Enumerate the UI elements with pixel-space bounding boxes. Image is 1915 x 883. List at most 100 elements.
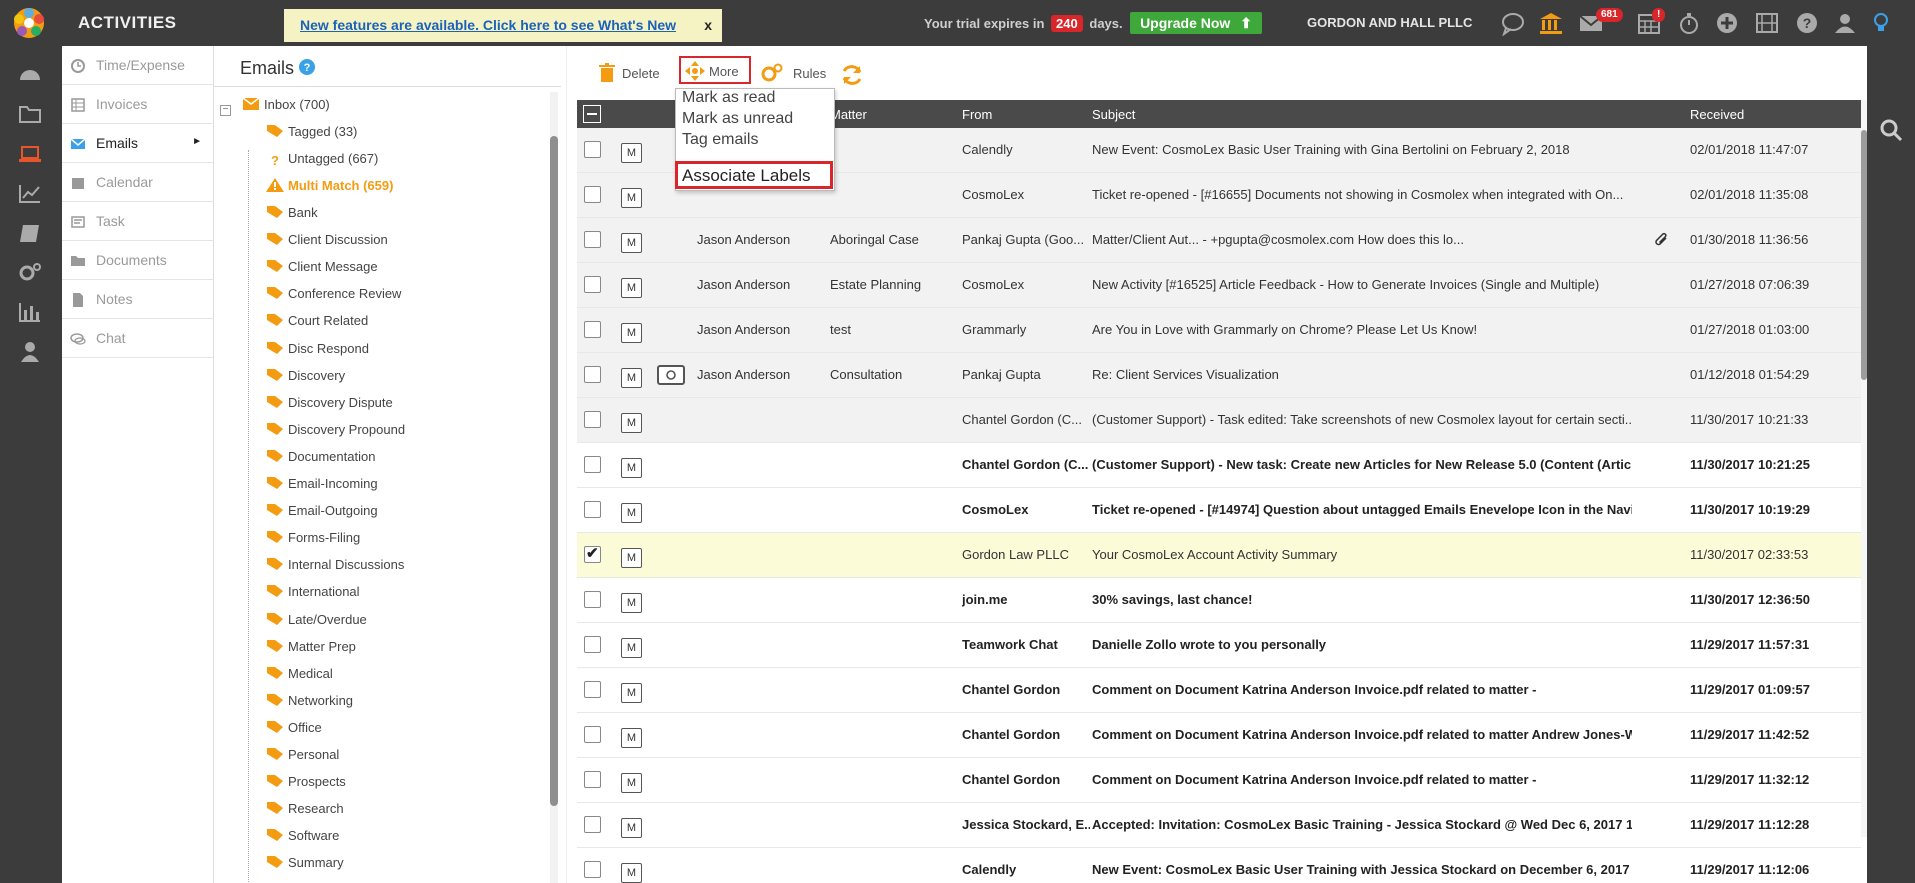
folder-label-item[interactable]: Client Message bbox=[266, 259, 378, 274]
folder-untagged[interactable]: ? Untagged (667) bbox=[266, 151, 378, 168]
row-checkbox[interactable] bbox=[584, 411, 601, 428]
folder-tagged[interactable]: Tagged (33) bbox=[266, 124, 357, 139]
folder-label-item[interactable]: Discovery Propound bbox=[266, 422, 405, 437]
row-checkbox[interactable] bbox=[584, 141, 601, 158]
row-subject[interactable]: New Activity [#16525] Article Feedback -… bbox=[1092, 277, 1632, 292]
email-row[interactable]: M Jason Anderson test Grammarly Are You in L… bbox=[577, 308, 1861, 353]
matter-assign-button[interactable]: M bbox=[621, 503, 642, 523]
folder-label-item[interactable]: Personal bbox=[266, 747, 339, 762]
email-row[interactable]: M Teamwork Chat Danielle Zollo wrote to yo… bbox=[577, 623, 1861, 668]
row-checkbox[interactable] bbox=[584, 861, 601, 878]
row-checkbox[interactable] bbox=[584, 276, 601, 293]
matter-assign-button[interactable]: M bbox=[621, 368, 642, 388]
row-checkbox[interactable] bbox=[584, 456, 601, 473]
refresh-icon[interactable] bbox=[839, 62, 865, 88]
folder-label-item[interactable]: International bbox=[266, 584, 360, 599]
folder-inbox[interactable]: Inbox (700) bbox=[242, 97, 330, 112]
folder-label-item[interactable]: Bank bbox=[266, 205, 318, 220]
folder-label-item[interactable]: Court Related bbox=[266, 313, 368, 328]
row-subject[interactable]: Danielle Zollo wrote to you personally bbox=[1092, 637, 1632, 652]
email-row[interactable]: M Calendly New Event: CosmoLex Basic User … bbox=[577, 848, 1861, 883]
row-checkbox[interactable] bbox=[584, 231, 601, 248]
matter-assign-button[interactable]: M bbox=[621, 278, 642, 298]
scrollbar-thumb[interactable] bbox=[550, 136, 558, 806]
row-subject[interactable]: Matter/Client Aut... - +pgupta@cosmolex.… bbox=[1092, 232, 1632, 247]
folder-label-item[interactable]: Prospects bbox=[266, 774, 346, 789]
subnav-item-task[interactable]: Task bbox=[62, 202, 214, 241]
email-row[interactable]: Mjoin.me 30% savings, last chance! 11/30/2… bbox=[577, 578, 1861, 623]
row-subject[interactable]: Your CosmoLex Account Activity Summary bbox=[1092, 547, 1632, 562]
chart-icon[interactable] bbox=[17, 182, 43, 206]
matter-assign-button[interactable]: M bbox=[621, 638, 642, 658]
matter-assign-button[interactable]: M bbox=[621, 683, 642, 703]
dashboard-icon[interactable] bbox=[17, 62, 43, 86]
folder-label-item[interactable]: Research bbox=[266, 801, 344, 816]
row-subject[interactable]: 30% savings, last chance! bbox=[1092, 592, 1632, 607]
stopwatch-icon[interactable] bbox=[1676, 10, 1702, 36]
row-subject[interactable]: Re: Client Services Visualization bbox=[1092, 367, 1632, 382]
subnav-item-emails[interactable]: Emails ► bbox=[62, 124, 214, 163]
book-icon[interactable] bbox=[17, 222, 43, 246]
row-subject[interactable]: (Customer Support) - New task: Create ne… bbox=[1092, 457, 1632, 472]
film-icon[interactable] bbox=[1754, 10, 1780, 36]
menu-item-associate-labels[interactable]: Associate Labels bbox=[675, 161, 833, 189]
subnav-item-documents[interactable]: Documents bbox=[62, 241, 214, 280]
menu-item-mark-read[interactable]: Mark as read bbox=[682, 89, 775, 107]
row-subject[interactable]: Are You in Love with Grammarly on Chrome… bbox=[1092, 322, 1632, 337]
menu-item-tag-emails[interactable]: Tag emails bbox=[682, 131, 758, 149]
delete-button[interactable]: Delete bbox=[596, 58, 666, 88]
column-header-matter[interactable]: Matter bbox=[830, 107, 867, 122]
billing-money-icon[interactable] bbox=[657, 365, 685, 385]
folder-label-item[interactable]: Email-Outgoing bbox=[266, 503, 378, 518]
email-row[interactable]: M CosmoLex Ticket re-opened - [#14974] Que… bbox=[577, 488, 1861, 533]
subnav-item-chat[interactable]: Chat bbox=[62, 319, 214, 358]
folder-label-item[interactable]: Disc Respond bbox=[266, 341, 369, 356]
folder-label-item[interactable]: Office bbox=[266, 720, 322, 735]
folder-label-item[interactable]: Client Discussion bbox=[266, 232, 388, 247]
matter-assign-button[interactable]: M bbox=[621, 818, 642, 838]
folder-label-item[interactable]: Documentation bbox=[266, 449, 375, 464]
collapse-toggle[interactable]: − bbox=[220, 100, 231, 116]
person-icon[interactable] bbox=[17, 340, 43, 364]
email-row[interactable]: M Chantel Gordon Comment on Document Katri… bbox=[577, 713, 1861, 758]
row-subject[interactable]: New Event: CosmoLex Basic User Training … bbox=[1092, 142, 1632, 157]
row-subject[interactable]: Comment on Document Katrina Anderson Inv… bbox=[1092, 682, 1632, 697]
folder-label-item[interactable]: Matter Prep bbox=[266, 639, 356, 654]
matter-assign-button[interactable]: M bbox=[621, 143, 642, 163]
row-checkbox[interactable] bbox=[584, 591, 601, 608]
row-subject[interactable]: (Customer Support) - Task edited: Take s… bbox=[1092, 412, 1632, 427]
folder-multi-match[interactable]: Multi Match (659) bbox=[266, 178, 393, 193]
column-header-from[interactable]: From bbox=[962, 107, 992, 122]
folder-label-item[interactable]: Medical bbox=[266, 666, 333, 681]
matter-assign-button[interactable]: M bbox=[621, 458, 642, 478]
email-row[interactable]: M Jason Anderson Aboringal Case Pankaj Gupt… bbox=[577, 218, 1861, 263]
row-subject[interactable]: Ticket re-opened - [#14974] Question abo… bbox=[1092, 502, 1632, 517]
plus-circle-icon[interactable] bbox=[1714, 10, 1740, 36]
gears-icon[interactable] bbox=[17, 260, 43, 284]
user-icon[interactable] bbox=[1832, 10, 1858, 36]
app-logo-icon[interactable] bbox=[10, 5, 48, 41]
panel-splitter[interactable] bbox=[566, 46, 576, 883]
email-row[interactable]: M Chantel Gordon Comment on Document Katri… bbox=[577, 758, 1861, 803]
bar-chart-icon[interactable] bbox=[17, 300, 43, 324]
matter-assign-button[interactable]: M bbox=[621, 413, 642, 433]
folder-label-item[interactable]: Discovery Dispute bbox=[266, 395, 393, 410]
row-checkbox[interactable] bbox=[584, 544, 601, 563]
laptop-icon[interactable] bbox=[17, 142, 43, 166]
email-row[interactable]: M Chantel Gordon (C... (Customer Support) … bbox=[577, 443, 1861, 488]
matter-assign-button[interactable]: M bbox=[621, 728, 642, 748]
help-icon[interactable]: ? bbox=[298, 58, 316, 76]
row-checkbox[interactable] bbox=[584, 636, 601, 653]
row-checkbox[interactable] bbox=[584, 186, 601, 203]
matter-assign-button[interactable]: M bbox=[621, 863, 642, 883]
email-row[interactable]: M Jessica Stockard, E... Accepted: Invitat… bbox=[577, 803, 1861, 848]
rules-button[interactable]: Rules bbox=[761, 58, 831, 88]
bank-icon[interactable] bbox=[1538, 10, 1564, 36]
banner-close-button[interactable]: x bbox=[704, 17, 712, 33]
row-checkbox[interactable] bbox=[584, 501, 601, 518]
subnav-item-calendar[interactable]: Calendar bbox=[62, 163, 214, 202]
menu-item-mark-unread[interactable]: Mark as unread bbox=[682, 110, 793, 128]
upgrade-now-button[interactable]: Upgrade Now ⬆ bbox=[1130, 12, 1262, 34]
column-header-received[interactable]: Received bbox=[1690, 107, 1744, 122]
email-row[interactable]: M Gordon Law PLLC Your CosmoLex Account Ac… bbox=[577, 533, 1861, 578]
